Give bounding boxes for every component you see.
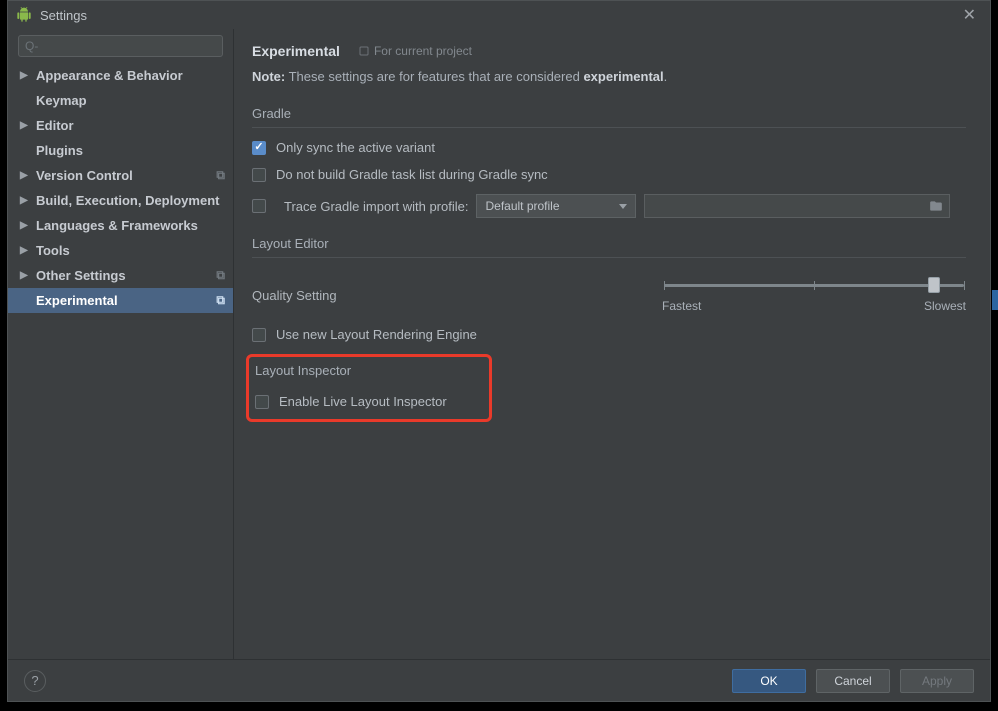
section-title: Layout Editor (252, 236, 966, 258)
checkbox-label: Only sync the active variant (276, 140, 435, 155)
titlebar: Settings ✕ (8, 1, 990, 29)
content-pane: Experimental For current project Note: T… (234, 29, 990, 659)
sidebar-item-label: Appearance & Behavior (36, 68, 183, 83)
dialog-body: ▶Appearance & Behavior Keymap ▶Editor Pl… (8, 29, 990, 659)
cancel-button[interactable]: Cancel (816, 669, 890, 693)
note-body: These settings are for features that are… (285, 69, 583, 84)
checkbox-label: Trace Gradle import with profile: (284, 199, 468, 214)
project-badge-icon: ⧉ (216, 268, 225, 283)
search-input[interactable] (18, 35, 223, 57)
section-gradle: Gradle Only sync the active variant Do n… (252, 106, 966, 218)
sidebar-item-label: Version Control (36, 168, 133, 183)
sidebar-item-build[interactable]: ▶Build, Execution, Deployment (8, 188, 233, 213)
checkbox-row-new-engine[interactable]: Use new Layout Rendering Engine (252, 327, 966, 342)
sidebar-item-tools[interactable]: ▶Tools (8, 238, 233, 263)
sidebar-item-label: Build, Execution, Deployment (36, 193, 219, 208)
checkbox-icon[interactable] (252, 199, 266, 213)
quality-slider-wrap: Fastest Slowest (662, 270, 966, 313)
checkbox-icon[interactable] (252, 141, 266, 155)
android-icon (16, 7, 32, 23)
slider-labels: Fastest Slowest (662, 299, 966, 313)
section-title: Layout Inspector (255, 363, 483, 384)
page-title: Experimental (252, 43, 340, 59)
profile-select[interactable]: Default profile (476, 194, 636, 218)
settings-window: Settings ✕ ▶Appearance & Behavior Keymap… (7, 0, 991, 702)
note-text: Note: These settings are for features th… (252, 69, 966, 84)
sidebar-item-label: Experimental (36, 293, 118, 308)
quality-label: Quality Setting (252, 270, 662, 303)
sidebar-item-label: Plugins (36, 143, 83, 158)
sidebar: ▶Appearance & Behavior Keymap ▶Editor Pl… (8, 29, 234, 659)
right-edge-indicator (992, 290, 998, 310)
sidebar-item-plugins[interactable]: Plugins (8, 138, 233, 163)
section-title: Gradle (252, 106, 966, 128)
slider-thumb[interactable] (928, 277, 940, 293)
profile-path-input[interactable] (644, 194, 950, 218)
checkbox-label: Enable Live Layout Inspector (279, 394, 447, 409)
folder-icon[interactable] (929, 199, 943, 216)
note-prefix: Note: (252, 69, 285, 84)
sidebar-item-label: Other Settings (36, 268, 126, 283)
content-header: Experimental For current project (252, 43, 966, 59)
select-value: Default profile (485, 199, 559, 213)
scope-label: For current project (374, 44, 472, 58)
sidebar-item-editor[interactable]: ▶Editor (8, 113, 233, 138)
quality-slider[interactable] (664, 284, 964, 287)
apply-button[interactable]: Apply (900, 669, 974, 693)
checkbox-label: Use new Layout Rendering Engine (276, 327, 477, 342)
close-icon[interactable]: ✕ (957, 3, 982, 27)
scope-badge: For current project (358, 44, 472, 58)
sidebar-item-version-control[interactable]: ▶Version Control⧉ (8, 163, 233, 188)
checkbox-label: Do not build Gradle task list during Gra… (276, 167, 548, 182)
trace-row: Trace Gradle import with profile: Defaul… (252, 194, 966, 218)
sidebar-item-label: Keymap (36, 93, 87, 108)
checkbox-icon[interactable] (255, 395, 269, 409)
checkbox-row-no-task-list[interactable]: Do not build Gradle task list during Gra… (252, 167, 966, 182)
project-badge-icon: ⧉ (216, 293, 225, 308)
sidebar-item-label: Editor (36, 118, 74, 133)
highlight-layout-inspector: Layout Inspector Enable Live Layout Insp… (246, 354, 492, 422)
sidebar-item-keymap[interactable]: Keymap (8, 88, 233, 113)
sidebar-item-other-settings[interactable]: ▶Other Settings⧉ (8, 263, 233, 288)
project-scope-icon (358, 45, 370, 57)
quality-setting-row: Quality Setting Fastest Slowest (252, 270, 966, 313)
checkbox-icon[interactable] (252, 328, 266, 342)
settings-tree: ▶Appearance & Behavior Keymap ▶Editor Pl… (8, 63, 233, 313)
ok-button[interactable]: OK (732, 669, 806, 693)
sidebar-item-experimental[interactable]: Experimental ⧉ (8, 288, 233, 313)
search-wrap (8, 35, 233, 63)
section-layout-editor: Layout Editor Quality Setting Fastest Sl… (252, 236, 966, 342)
checkbox-row-enable-live[interactable]: Enable Live Layout Inspector (255, 394, 483, 409)
dialog-footer: ? OK Cancel Apply (8, 659, 990, 701)
note-bold: experimental (583, 69, 663, 84)
sidebar-item-appearance[interactable]: ▶Appearance & Behavior (8, 63, 233, 88)
checkbox-icon[interactable] (252, 168, 266, 182)
checkbox-row-only-sync[interactable]: Only sync the active variant (252, 140, 966, 155)
project-badge-icon: ⧉ (216, 168, 225, 183)
window-title: Settings (40, 8, 957, 23)
sidebar-item-label: Languages & Frameworks (36, 218, 198, 233)
help-button[interactable]: ? (24, 670, 46, 692)
slider-min-label: Fastest (662, 299, 701, 313)
note-suffix: . (664, 69, 668, 84)
slider-max-label: Slowest (924, 299, 966, 313)
sidebar-item-label: Tools (36, 243, 70, 258)
sidebar-item-languages[interactable]: ▶Languages & Frameworks (8, 213, 233, 238)
